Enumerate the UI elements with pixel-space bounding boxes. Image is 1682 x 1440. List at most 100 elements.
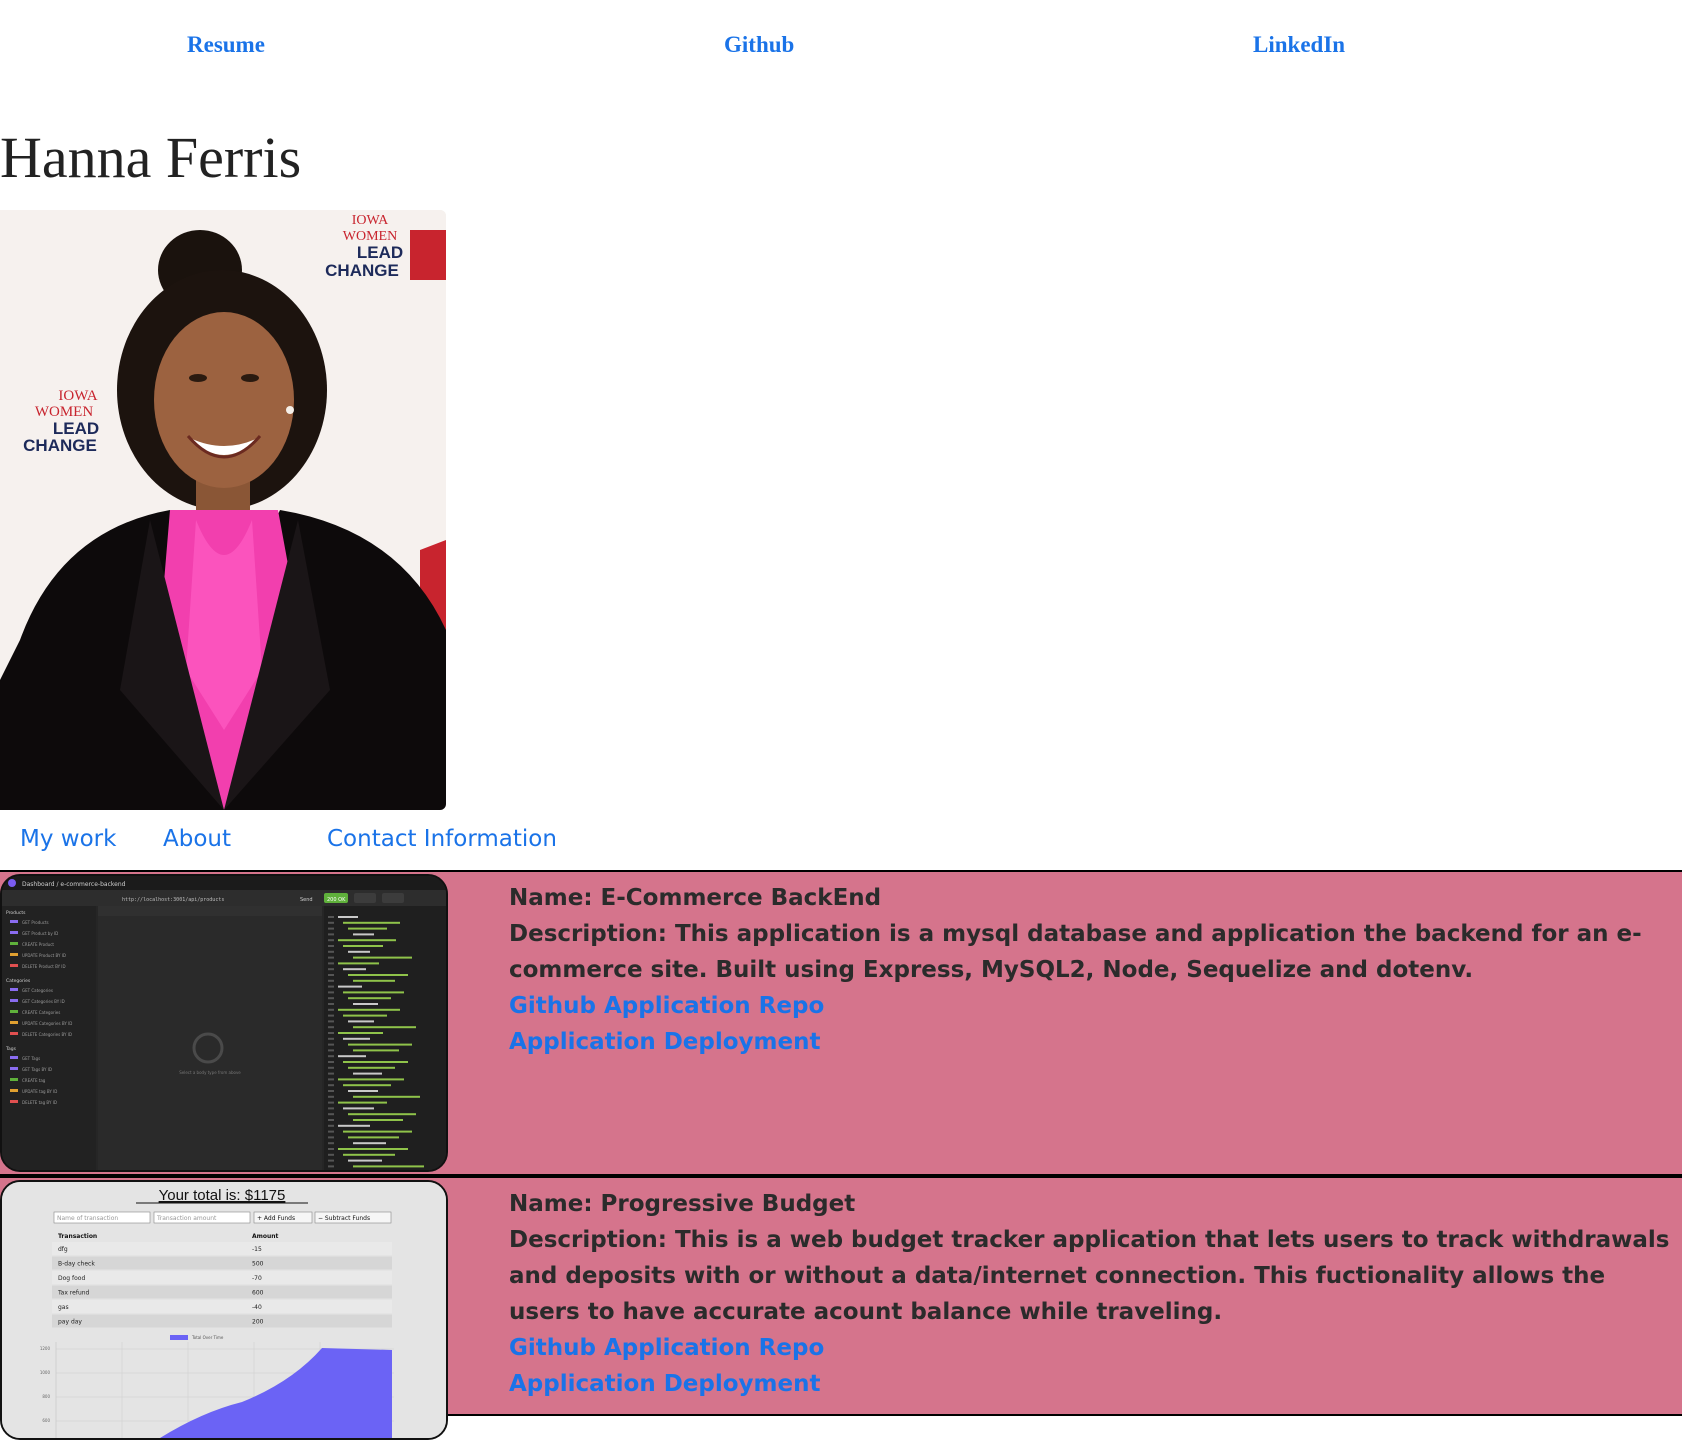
transaction-name: Tax refund — [57, 1290, 90, 1297]
github-repo-link[interactable]: Github Application Repo — [509, 1330, 1679, 1366]
code-line — [348, 950, 370, 953]
project-card-ecommerce: Dashboard / e-commerce-backend http://lo… — [0, 870, 1682, 1176]
method-badge — [10, 920, 18, 923]
backdrop-text-change: CHANGE — [325, 261, 399, 280]
code-line — [353, 1049, 399, 1052]
code-line — [348, 1136, 399, 1139]
code-line — [343, 1014, 387, 1017]
budget-total: Your total is: $1175 — [159, 1187, 286, 1204]
transaction-amount: 200 — [252, 1319, 264, 1326]
sidebar-group-title: Categories — [6, 978, 31, 984]
add-funds-button: + Add Funds — [257, 1215, 295, 1222]
request-url: http://localhost:3001/api/products — [122, 897, 224, 903]
table-header-amount: Amount — [252, 1233, 279, 1240]
code-line — [348, 1113, 416, 1116]
backdrop-text-change-2: CHANGE — [23, 436, 97, 455]
sidebar-request-item[interactable]: UPDATE tag BY ID — [22, 1089, 57, 1094]
code-line-number — [328, 1084, 334, 1087]
code-line-number — [328, 1165, 334, 1168]
table-header-transaction: Transaction — [58, 1233, 97, 1240]
chart-tick-label: 800 — [42, 1394, 50, 1399]
transaction-name: B-day check — [58, 1261, 95, 1268]
code-line — [338, 1101, 387, 1104]
project-description: Description: This is a web budget tracke… — [509, 1227, 1670, 1325]
code-line-number — [328, 1153, 334, 1156]
linkedin-link[interactable]: LinkedIn — [1253, 32, 1345, 58]
table-row — [52, 1314, 392, 1328]
insomnia-breadcrumb: Dashboard / e-commerce-backend — [22, 881, 126, 888]
method-badge — [10, 1021, 18, 1024]
transaction-name: pay day — [58, 1319, 82, 1326]
about-link[interactable]: About — [163, 826, 231, 852]
sidebar-request-item[interactable]: GET Products — [22, 920, 49, 925]
code-line-number — [328, 916, 334, 918]
code-line-number — [328, 1159, 334, 1162]
transaction-amount: -40 — [252, 1304, 262, 1311]
code-line — [348, 1020, 374, 1023]
code-line-number — [328, 1032, 334, 1034]
github-link[interactable]: Github — [724, 32, 794, 58]
chart-tick-label: 600 — [42, 1418, 50, 1423]
sidebar-request-item[interactable]: UPDATE Product BY ID — [22, 953, 66, 958]
code-line — [343, 991, 404, 994]
deployment-link[interactable]: Application Deployment — [509, 1024, 1679, 1060]
code-line-number — [328, 939, 334, 942]
code-line — [353, 1119, 403, 1121]
deployment-link[interactable]: Application Deployment — [509, 1366, 1679, 1402]
sidebar-request-item[interactable]: GET Tags — [22, 1056, 40, 1061]
code-line — [353, 1003, 378, 1005]
page-title: Hanna Ferris — [0, 125, 302, 190]
resume-link[interactable]: Resume — [187, 32, 265, 58]
project-screenshot-ecommerce[interactable]: Dashboard / e-commerce-backend http://lo… — [0, 874, 448, 1172]
sidebar-request-item[interactable]: GET Product by ID — [22, 931, 58, 936]
code-line — [343, 1130, 412, 1133]
code-line-number — [328, 927, 334, 930]
sidebar-request-item[interactable]: DELETE Categories BY ID — [22, 1032, 72, 1037]
code-line-number — [328, 968, 334, 971]
code-line — [338, 1055, 366, 1058]
code-line — [348, 1090, 378, 1092]
code-line — [338, 985, 362, 988]
code-line — [353, 1072, 382, 1075]
sidebar-request-item[interactable]: CREATE Categories — [22, 1010, 60, 1015]
code-line-number — [328, 956, 334, 959]
project-info-budget: Name: Progressive Budget Description: Th… — [509, 1186, 1679, 1402]
subtract-funds-button: − Subtract Funds — [318, 1215, 370, 1222]
project-description: Description: This application is a mysql… — [509, 921, 1642, 983]
code-line — [338, 939, 396, 942]
top-nav: Resume Github LinkedIn — [0, 32, 1682, 68]
backdrop-text-women-2: WOMEN — [35, 404, 93, 420]
project-screenshot-budget[interactable]: Your total is: $1175 Name of transaction… — [0, 1180, 448, 1440]
transaction-amount: 500 — [252, 1261, 264, 1268]
code-line — [348, 1159, 382, 1162]
code-line-number — [328, 1095, 334, 1098]
github-repo-link[interactable]: Github Application Repo — [509, 988, 1679, 1024]
code-line-number — [328, 1078, 334, 1081]
chart-tick-label: 1200 — [40, 1346, 51, 1351]
code-line — [338, 1148, 408, 1150]
code-line-number — [328, 1142, 334, 1145]
my-work-link[interactable]: My work — [20, 826, 116, 852]
contact-information-link[interactable]: Contact Information — [327, 826, 557, 852]
sidebar-request-item[interactable]: DELETE tag BY ID — [22, 1100, 57, 1105]
project-name: Name: E-Commerce BackEnd — [509, 885, 882, 911]
sidebar-request-item[interactable]: DELETE Product BY ID — [22, 964, 66, 969]
code-line-number — [328, 974, 334, 976]
sidebar-request-item[interactable]: CREATE tag — [22, 1078, 46, 1083]
method-badge — [10, 999, 18, 1002]
status-label: 200 OK — [327, 897, 346, 903]
send-label: Send — [300, 897, 313, 903]
code-line-number — [328, 1136, 334, 1139]
code-line — [348, 927, 387, 930]
sidebar-request-item[interactable]: UPDATE Categories BY ID — [22, 1021, 72, 1026]
sidebar-request-item[interactable]: CREATE Product — [22, 942, 54, 947]
code-line-number — [328, 1107, 334, 1110]
code-line — [343, 1153, 395, 1156]
sidebar-request-item[interactable]: GET Categories BY ID — [22, 999, 65, 1004]
code-line-number — [328, 1020, 334, 1023]
code-line — [343, 921, 400, 924]
amount-input-placeholder: Transaction amount — [156, 1215, 217, 1222]
sidebar-request-item[interactable]: GET Tags BY ID — [22, 1067, 52, 1072]
code-line — [338, 916, 358, 918]
sidebar-request-item[interactable]: GET Categories — [22, 988, 53, 993]
